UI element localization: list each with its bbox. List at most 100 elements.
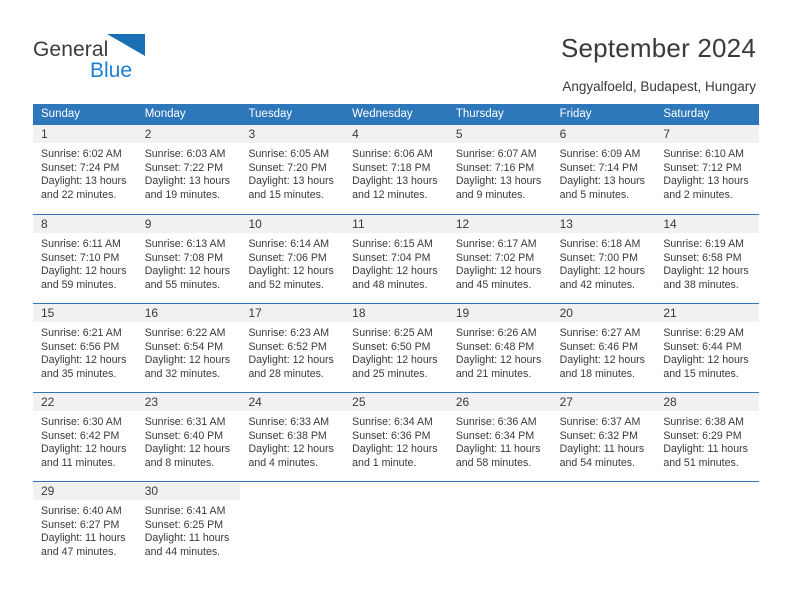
day-details: Sunrise: 6:03 AM Sunset: 7:22 PM Daylight:… (137, 144, 241, 202)
day-number: 4 (352, 127, 359, 141)
calendar-day-cell-empty (655, 482, 760, 570)
day-details: Sunrise: 6:25 AM Sunset: 6:50 PM Daylight:… (344, 323, 448, 381)
calendar-day-cell[interactable]: 9 Sunrise: 6:13 AM Sunset: 7:08 PM Daylight… (136, 215, 241, 303)
day-number: 10 (248, 217, 262, 231)
sunrise-time: Sunrise: 6:25 AM (352, 327, 433, 339)
calendar-day-cell[interactable]: 5 Sunrise: 6:07 AM Sunset: 7:16 PM Daylight… (447, 125, 552, 214)
calendar-day-cell[interactable]: 22 Sunrise: 6:30 AM Sunset: 6:42 PM Dayligh… (33, 393, 137, 481)
daylight-duration-line1: Daylight: 12 hours (144, 443, 231, 456)
calendar-day-cell[interactable]: 6 Sunrise: 6:09 AM Sunset: 7:14 PM Daylight… (551, 125, 656, 214)
calendar-page: General Blue September 2024 Angyalfoeld,… (0, 0, 792, 612)
calendar-day-cell[interactable]: 21 Sunrise: 6:29 AM Sunset: 6:44 PM Dayligh… (655, 304, 760, 392)
day-number: 7 (663, 127, 670, 141)
daylight-duration-line1: Daylight: 13 hours (663, 175, 749, 188)
page-subtitle: Angyalfoeld, Budapest, Hungary (562, 79, 756, 94)
daylight-duration-line2: and 21 minutes. (455, 367, 532, 380)
calendar-day-cell[interactable]: 11 Sunrise: 6:15 AM Sunset: 7:04 PM Dayligh… (344, 215, 448, 303)
day-number: 27 (559, 395, 573, 409)
sunset-time: Sunset: 6:36 PM (352, 429, 431, 442)
day-details: Sunrise: 6:31 AM Sunset: 6:40 PM Daylight:… (137, 412, 241, 470)
calendar-day-cell[interactable]: 10 Sunrise: 6:14 AM Sunset: 7:06 PM Dayligh… (240, 215, 345, 303)
calendar-day-cell[interactable]: 3 Sunrise: 6:05 AM Sunset: 7:20 PM Daylight… (240, 125, 345, 214)
day-number-band: 21 (655, 304, 760, 323)
day-details: Sunrise: 6:06 AM Sunset: 7:18 PM Daylight:… (344, 144, 448, 202)
daylight-duration-line2: and 28 minutes. (248, 367, 324, 380)
calendar-week-row: 15 Sunrise: 6:21 AM Sunset: 6:56 PM Dayligh… (33, 303, 760, 392)
calendar-day-cell[interactable]: 20 Sunrise: 6:27 AM Sunset: 6:46 PM Dayligh… (551, 304, 656, 392)
sunset-time: Sunset: 7:18 PM (352, 161, 431, 174)
calendar-day-cell[interactable]: 1 Sunrise: 6:02 AM Sunset: 7:24 PM Daylight… (33, 125, 137, 214)
daylight-duration-line1: Daylight: 12 hours (352, 354, 438, 367)
sunrise-time: Sunrise: 6:07 AM (455, 148, 537, 160)
calendar-day-cell[interactable]: 8 Sunrise: 6:11 AM Sunset: 7:10 PM Daylight… (33, 215, 137, 303)
weekday-header-thursday: Thursday (455, 108, 504, 120)
sunrise-time: Sunrise: 6:34 AM (352, 416, 433, 428)
calendar-day-cell[interactable]: 17 Sunrise: 6:23 AM Sunset: 6:52 PM Dayligh… (240, 304, 345, 392)
day-details: Sunrise: 6:29 AM Sunset: 6:44 PM Daylight:… (655, 323, 759, 381)
day-details: Sunrise: 6:09 AM Sunset: 7:14 PM Daylight:… (552, 144, 656, 202)
calendar-day-cell[interactable]: 24 Sunrise: 6:33 AM Sunset: 6:38 PM Dayligh… (240, 393, 345, 481)
calendar-day-cell[interactable]: 30 Sunrise: 6:41 AM Sunset: 6:25 PM Dayligh… (136, 482, 241, 570)
daylight-duration-line1: Daylight: 13 hours (455, 175, 542, 188)
day-number-band: 8 (33, 215, 137, 234)
daylight-duration-line2: and 51 minutes. (663, 456, 739, 469)
daylight-duration-line2: and 35 minutes. (41, 367, 117, 380)
weekday-header-wednesday: Wednesday (352, 108, 413, 120)
sunset-time: Sunset: 6:34 PM (455, 429, 535, 442)
day-details: Sunrise: 6:38 AM Sunset: 6:29 PM Daylight:… (655, 412, 759, 470)
calendar-day-cell[interactable]: 18 Sunrise: 6:25 AM Sunset: 6:50 PM Dayligh… (344, 304, 448, 392)
calendar-day-cell-empty (240, 482, 345, 570)
day-number: 25 (352, 395, 366, 409)
day-number: 26 (455, 395, 470, 409)
sunrise-time: Sunrise: 6:23 AM (248, 327, 330, 339)
calendar-day-cell[interactable]: 2 Sunrise: 6:03 AM Sunset: 7:22 PM Daylight… (136, 125, 241, 214)
calendar-day-cell[interactable]: 16 Sunrise: 6:22 AM Sunset: 6:54 PM Dayligh… (136, 304, 241, 392)
calendar-day-cell[interactable]: 12 Sunrise: 6:17 AM Sunset: 7:02 PM Dayligh… (447, 215, 552, 303)
sunrise-time: Sunrise: 6:18 AM (559, 238, 641, 250)
calendar-day-cell[interactable]: 26 Sunrise: 6:36 AM Sunset: 6:34 PM Dayligh… (447, 393, 552, 481)
calendar-day-cell[interactable]: 27 Sunrise: 6:37 AM Sunset: 6:32 PM Dayligh… (551, 393, 656, 481)
day-details: Sunrise: 6:21 AM Sunset: 6:56 PM Daylight:… (33, 323, 137, 381)
daylight-duration-line1: Daylight: 13 hours (559, 175, 645, 188)
daylight-duration-line2: and 48 minutes. (352, 278, 428, 291)
calendar-day-cell[interactable]: 13 Sunrise: 6:18 AM Sunset: 7:00 PM Dayligh… (551, 215, 656, 303)
daylight-duration-line2: and 15 minutes. (663, 367, 739, 380)
daylight-duration-line1: Daylight: 12 hours (559, 265, 645, 278)
daylight-duration-line2: and 15 minutes. (248, 188, 324, 201)
calendar-day-cell[interactable]: 19 Sunrise: 6:26 AM Sunset: 6:48 PM Dayligh… (447, 304, 552, 392)
sunset-time: Sunset: 7:00 PM (559, 251, 638, 264)
day-number-band: 25 (344, 393, 448, 412)
calendar-day-cell[interactable]: 29 Sunrise: 6:40 AM Sunset: 6:27 PM Dayligh… (33, 482, 137, 570)
daylight-duration-line2: and 8 minutes. (144, 456, 215, 469)
sunset-time: Sunset: 6:56 PM (41, 340, 120, 353)
day-number-band: 5 (447, 125, 552, 144)
day-number: 15 (41, 306, 55, 320)
brand-name-general: General (33, 38, 109, 61)
day-number-band: 2 (136, 125, 241, 144)
day-number: 17 (248, 306, 262, 320)
calendar-day-cell[interactable]: 28 Sunrise: 6:38 AM Sunset: 6:29 PM Dayligh… (655, 393, 760, 481)
calendar-day-cell[interactable]: 25 Sunrise: 6:34 AM Sunset: 6:36 PM Dayligh… (344, 393, 448, 481)
calendar-day-cell[interactable]: 14 Sunrise: 6:19 AM Sunset: 6:58 PM Dayligh… (655, 215, 760, 303)
daylight-duration-line1: Daylight: 12 hours (248, 354, 334, 367)
day-number-band: 28 (655, 393, 760, 412)
calendar-day-cell[interactable]: 23 Sunrise: 6:31 AM Sunset: 6:40 PM Dayligh… (136, 393, 241, 481)
day-number: 16 (144, 306, 159, 320)
daylight-duration-line2: and 38 minutes. (663, 278, 739, 291)
daylight-duration-line2: and 11 minutes. (41, 456, 116, 469)
sunrise-time: Sunrise: 6:26 AM (455, 327, 537, 339)
day-number-band (447, 482, 552, 501)
calendar-day-cell[interactable]: 7 Sunrise: 6:10 AM Sunset: 7:12 PM Daylight… (655, 125, 760, 214)
day-number: 24 (248, 395, 262, 409)
day-number-band: 10 (240, 215, 345, 234)
daylight-duration-line1: Daylight: 13 hours (352, 175, 438, 188)
weekday-header-row: Sunday Monday Tuesday Wednesday Thursday… (33, 104, 759, 125)
calendar-day-cell[interactable]: 4 Sunrise: 6:06 AM Sunset: 7:18 PM Daylight… (344, 125, 448, 214)
day-number-band: 15 (33, 304, 137, 323)
sunrise-time: Sunrise: 6:11 AM (41, 238, 121, 250)
sunrise-time: Sunrise: 6:33 AM (248, 416, 330, 428)
calendar-day-cell[interactable]: 15 Sunrise: 6:21 AM Sunset: 6:56 PM Dayligh… (33, 304, 137, 392)
day-number-band: 9 (136, 215, 241, 234)
brand-logo[interactable]: General Blue (33, 34, 213, 84)
day-details: Sunrise: 6:40 AM Sunset: 6:27 PM Daylight:… (33, 501, 137, 559)
